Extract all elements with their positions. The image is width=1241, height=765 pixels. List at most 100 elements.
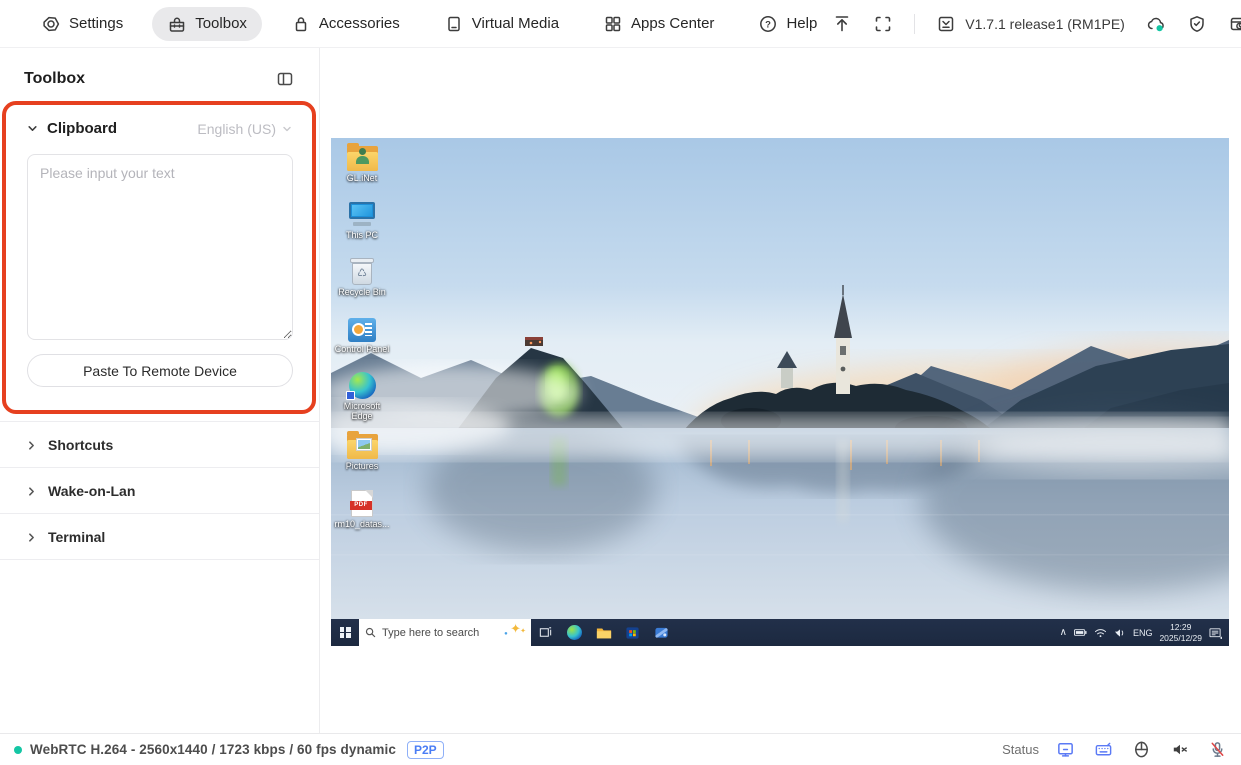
wifi-icon[interactable] [1094,628,1107,638]
clipboard-language-select[interactable]: English (US) [197,121,292,137]
recycle-bin-icon [350,258,374,285]
nav-apps-center[interactable]: Apps Center [588,7,729,41]
nav-accessories[interactable]: Accessories [276,7,415,41]
nav-virtual-media[interactable]: Virtual Media [429,7,574,41]
sidebar-section-terminal[interactable]: Terminal [0,514,319,560]
search-highlights-icon: ✦ ● ✦ [504,621,526,637]
display-status-icon[interactable] [1056,740,1075,759]
task-view-icon [539,627,552,637]
action-center-icon[interactable] [1209,627,1222,639]
desktop-icon-control-panel[interactable]: Control Panel [333,318,391,354]
statusbar-controls: Status [1002,740,1227,759]
tray-language[interactable]: ENG [1133,628,1153,638]
sidebar-header: Toolbox [0,48,319,89]
remote-screen[interactable]: GL.iNet This PC Recycle Bin Control Pane… [331,138,1229,646]
this-pc-icon [347,202,377,228]
clipboard-title: Clipboard [47,120,117,137]
clipboard-section-header[interactable]: Clipboard English (US) [0,120,319,137]
keyboard-status-icon[interactable] [1094,740,1113,759]
section-label: Shortcuts [48,437,114,453]
desktop-icon-label: Pictures [345,461,379,471]
taskbar-explorer-button[interactable] [589,619,618,646]
taskbar-spacer [676,619,1060,646]
nav-toolbox[interactable]: Toolbox [152,6,262,41]
desktop-icon-recycle-bin[interactable]: Recycle Bin [333,258,391,297]
stream-info: WebRTC H.264 - 2560x1440 / 1723 kbps / 6… [30,742,396,757]
edge-icon [567,625,582,640]
sidebar-section-shortcuts[interactable]: Shortcuts [0,421,319,468]
battery-icon[interactable] [1073,628,1087,637]
desktop-icon-label: This PC [345,230,378,240]
paste-to-remote-button[interactable]: Paste To Remote Device [27,354,293,387]
accessories-icon [295,16,307,31]
security-shield-icon[interactable] [1187,14,1207,34]
topbar-controls: V1.7.1 release1 (RM1PE) [832,13,1241,34]
search-placeholder-text: Type here to search [382,626,480,639]
toolbox-sidebar: Toolbox Clipboard English (US) Paste To … [0,48,320,733]
file-explorer-icon [596,628,611,638]
nav-settings[interactable]: Settings [26,7,138,41]
desktop-icon-edge[interactable]: Microsoft Edge [333,372,391,422]
desktop-icon-glinet[interactable]: GL.iNet [333,143,391,183]
lake-bled-wallpaper [331,138,1229,619]
upload-icon[interactable] [832,14,852,34]
main-area: GL.iNet This PC Recycle Bin Control Pane… [321,48,1241,733]
wallet-app-icon [655,627,668,638]
desktop-icon-pdf[interactable]: PDF rm10_datas... [333,490,391,529]
section-label: Terminal [48,529,106,545]
toolbox-icon [169,17,185,32]
taskbar-store-button[interactable] [618,619,647,646]
clipboard-language-value: English (US) [197,120,276,137]
p2p-badge: P2P [406,740,444,759]
control-panel-icon [348,318,376,342]
glinet-folder-icon [346,143,378,171]
taskbar-wallet-button[interactable] [647,619,676,646]
microphone-muted-icon[interactable] [1208,740,1227,759]
firmware-version-group[interactable]: V1.7.1 release1 (RM1PE) [936,14,1125,34]
collapse-panel-icon[interactable] [275,69,295,89]
chevron-right-icon [29,486,34,496]
tray-clock[interactable]: 12:29 2025/12/29 [1159,622,1202,642]
firmware-version-icon [939,16,954,31]
start-button[interactable] [331,619,359,646]
chevron-down-icon [283,126,291,131]
desktop-icon-label: rm10_datas... [334,519,390,529]
desktop-icon-label: Recycle Bin [338,287,386,297]
topbar-divider [914,13,916,34]
statusbar: WebRTC H.264 - 2560x1440 / 1723 kbps / 6… [0,733,1241,765]
task-view-button[interactable] [531,619,560,646]
audio-muted-icon[interactable] [1170,740,1189,759]
firmware-version: V1.7.1 release1 (RM1PE) [965,15,1125,32]
chevron-right-icon [29,440,34,450]
microsoft-store-icon [626,627,639,639]
sidebar-title: Toolbox [24,70,86,87]
cloud-status-icon[interactable] [1146,14,1166,34]
virtual-media-icon [448,16,460,31]
tray-chevron-up-icon[interactable]: ∧ [1060,627,1067,638]
volume-icon[interactable] [1114,628,1126,638]
nav-help-label: Help [786,15,818,32]
tray-time: 12:29 [1170,622,1192,633]
nav-settings-label: Settings [69,15,124,32]
fullscreen-icon[interactable] [873,14,893,34]
sidebar-section-wake-on-lan[interactable]: Wake-on-Lan [0,468,319,514]
desktop-icon-this-pc[interactable]: This PC [333,202,391,240]
pdf-file-icon: PDF [350,490,373,517]
system-tray: ∧ ENG 12:29 2025/12/29 [1060,619,1229,646]
desktop-icon-pictures[interactable]: Pictures [333,431,391,471]
session-history-icon[interactable] [1228,14,1241,34]
clipboard-text-input[interactable] [27,154,293,340]
main-nav: Settings Toolbox Accessories Virtual Med… [26,6,832,41]
svg-text:?: ? [766,19,772,30]
nav-virtual-media-label: Virtual Media [471,15,560,32]
taskbar-search-box[interactable]: Type here to search ✦ ● ✦ [359,619,531,646]
chevron-right-icon [29,532,34,542]
taskbar-edge-button[interactable] [560,619,589,646]
nav-help[interactable]: ? Help [743,7,832,41]
status-label: Status [1002,742,1039,757]
topbar: Settings Toolbox Accessories Virtual Med… [0,0,1241,48]
nav-toolbox-label: Toolbox [195,15,247,32]
chevron-down-icon [28,126,37,131]
mouse-status-icon[interactable] [1132,740,1151,759]
nav-accessories-label: Accessories [318,15,400,32]
